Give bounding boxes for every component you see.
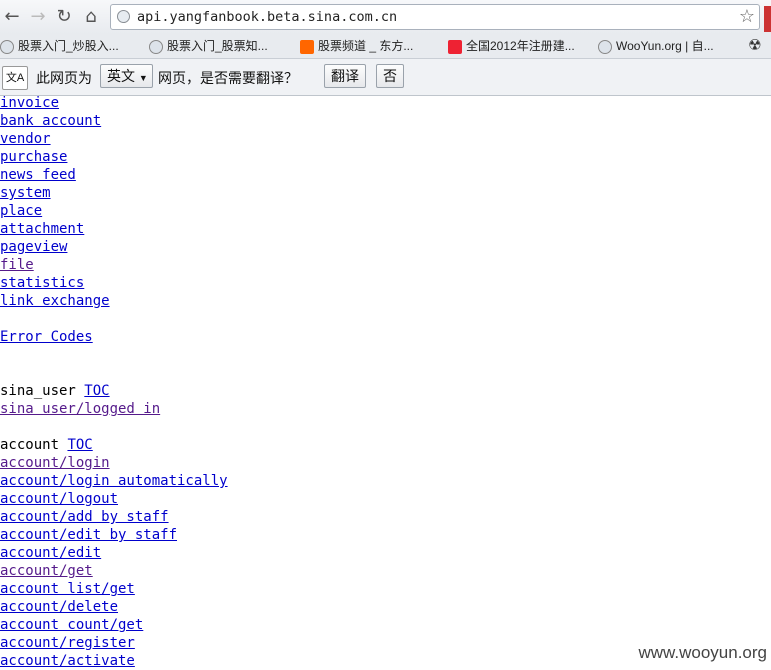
link-vendor[interactable]: vendor: [0, 131, 51, 147]
language-select[interactable]: 英文 ▼: [100, 64, 153, 88]
globe-icon: [598, 39, 612, 54]
link-account-logout[interactable]: account/logout: [0, 491, 118, 507]
link-account-count-get[interactable]: account count/get: [0, 617, 143, 633]
link-account-add-by-staff[interactable]: account/add by staff: [0, 509, 169, 525]
globe-icon: [0, 39, 14, 54]
link-attachment[interactable]: attachment: [0, 221, 84, 237]
link-account-delete[interactable]: account/delete: [0, 599, 118, 615]
link-account-get[interactable]: account/get: [0, 563, 93, 579]
section-heading-account: account: [0, 437, 60, 453]
url-text[interactable]: api.yangfanbook.beta.sina.com.cn: [137, 9, 397, 25]
radiation-icon[interactable]: ☢: [748, 36, 761, 54]
forward-icon[interactable]: →: [28, 7, 48, 27]
globe-icon: [149, 39, 163, 54]
section-heading-sina-user: sina_user: [0, 383, 76, 399]
translate-icon: 文A: [2, 66, 28, 90]
translate-button[interactable]: 翻译: [324, 64, 366, 88]
link-place[interactable]: place: [0, 203, 42, 219]
link-account-login[interactable]: account/login: [0, 455, 110, 471]
bookmark-item[interactable]: 股票入门_股票知...: [149, 37, 268, 55]
reload-icon[interactable]: ↻: [54, 7, 74, 27]
link-purchase[interactable]: purchase: [0, 149, 67, 165]
link-news-feed[interactable]: news feed: [0, 167, 76, 183]
globe-icon: [117, 10, 130, 23]
link-account-list-get[interactable]: account list/get: [0, 581, 135, 597]
link-statistics[interactable]: statistics: [0, 275, 84, 291]
toc-link[interactable]: TOC: [84, 383, 109, 399]
link-file[interactable]: file: [0, 257, 34, 273]
page-content: invoice bank account vendor purchase new…: [0, 94, 771, 670]
bookmark-item[interactable]: 全国2012年注册建...: [448, 37, 575, 55]
home-icon[interactable]: ⌂: [81, 7, 101, 27]
link-error-codes[interactable]: Error Codes: [0, 329, 93, 345]
link-account-edit-by-staff[interactable]: account/edit by staff: [0, 527, 177, 543]
site-favicon-icon: [300, 39, 314, 54]
link-account-activate[interactable]: account/activate: [0, 653, 135, 669]
bookmark-item[interactable]: 股票频道 _ 东方...: [300, 37, 413, 55]
link-pageview[interactable]: pageview: [0, 239, 67, 255]
link-sina-user-logged-in[interactable]: sina user/logged in: [0, 401, 160, 417]
browser-toolbar: ← → ↻ ⌂ api.yangfanbook.beta.sina.com.cn…: [0, 0, 771, 34]
translate-prefix: 此网页为: [36, 70, 92, 86]
watermark: www.wooyun.org: [638, 643, 767, 662]
bookmark-star-icon[interactable]: ☆: [739, 6, 755, 27]
toc-link[interactable]: TOC: [67, 437, 92, 453]
dropdown-arrow-icon: ▼: [138, 73, 148, 83]
dismiss-button[interactable]: 否: [376, 64, 404, 88]
bookmarks-bar: 股票入门_炒股入... 股票入门_股票知... 股票频道 _ 东方... 全国2…: [0, 34, 771, 59]
link-account-login-automatically[interactable]: account/login automatically: [0, 473, 228, 489]
back-icon[interactable]: ←: [2, 7, 22, 27]
site-favicon-icon: [448, 39, 462, 54]
extension-icon[interactable]: [764, 6, 771, 32]
link-system[interactable]: system: [0, 185, 51, 201]
link-invoice[interactable]: invoice: [0, 95, 59, 111]
bookmark-item[interactable]: WooYun.org | 自...: [598, 37, 714, 55]
link-link-exchange[interactable]: link exchange: [0, 293, 110, 309]
bookmark-item[interactable]: 股票入门_炒股入...: [0, 37, 119, 55]
address-bar[interactable]: api.yangfanbook.beta.sina.com.cn ☆: [110, 4, 760, 30]
link-account-register[interactable]: account/register: [0, 635, 135, 651]
translate-infobar: 文A 此网页为 英文 ▼ 网页，是否需要翻译？ 翻译 否: [0, 59, 771, 96]
link-account-edit[interactable]: account/edit: [0, 545, 101, 561]
link-bank-account[interactable]: bank account: [0, 113, 101, 129]
translate-suffix: 网页，是否需要翻译？: [158, 70, 298, 86]
